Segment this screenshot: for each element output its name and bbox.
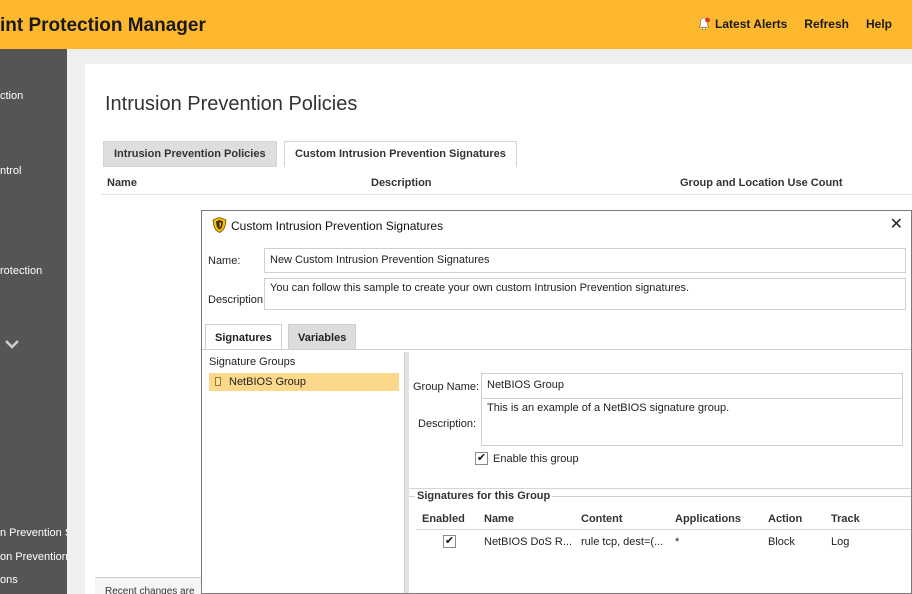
signature-group-item[interactable]: NetBIOS Group <box>209 373 399 391</box>
group-name-field[interactable]: NetBIOS Group <box>481 373 903 399</box>
sidebar-item-intrusion-prevention-signatures[interactable]: n Prevention S <box>0 527 67 539</box>
sidebar-item-protection[interactable]: ction <box>0 90 23 102</box>
dialog-title: Custom Intrusion Prevention Signatures <box>231 219 444 233</box>
signature-track-cell[interactable]: Log <box>831 536 849 548</box>
latest-alerts-link[interactable]: Latest Alerts <box>697 17 787 31</box>
close-icon[interactable]: ✕ <box>890 217 903 233</box>
column-header-track[interactable]: Track <box>831 513 860 525</box>
page-title: Intrusion Prevention Policies <box>105 93 358 115</box>
tab-divider <box>202 349 911 350</box>
enable-group-row[interactable]: ✔ Enable this group <box>475 452 579 465</box>
name-label: Name: <box>208 255 241 267</box>
column-header-use-count[interactable]: Group and Location Use Count <box>680 177 843 189</box>
column-header-action[interactable]: Action <box>768 513 802 525</box>
table-header-divider <box>101 194 912 195</box>
sidebar-item-rotection[interactable]: rotection <box>0 265 42 277</box>
top-header: int Protection Manager Latest Alerts Ref… <box>0 0 912 49</box>
sidebar: ction ntrol rotection n Prevention S on … <box>0 49 67 594</box>
sidebar-item-control[interactable]: ntrol <box>0 165 21 177</box>
signature-table-divider <box>416 529 911 530</box>
tab-signatures[interactable]: Signatures <box>205 324 282 350</box>
help-link[interactable]: Help <box>866 17 892 31</box>
signature-action-cell[interactable]: Block <box>768 536 795 548</box>
enable-group-label: Enable this group <box>493 452 579 465</box>
shield-icon <box>212 217 227 233</box>
chevron-down-icon[interactable] <box>4 339 20 349</box>
signature-groups-label: Signature Groups <box>209 356 296 368</box>
group-section-divider <box>409 488 911 489</box>
app-title: int Protection Manager <box>0 15 206 36</box>
signatures-section-title: Signatures for this Group <box>415 490 553 502</box>
footer-status-text: Recent changes are <box>105 586 195 594</box>
header-actions: Latest Alerts Refresh Help <box>680 17 892 31</box>
description-field[interactable]: You can follow this sample to create you… <box>264 278 906 310</box>
custom-signatures-dialog: Custom Intrusion Prevention Signatures ✕… <box>201 210 912 594</box>
group-name-label: Group Name: <box>413 381 480 393</box>
description-label: Description: <box>208 294 267 306</box>
column-header-content[interactable]: Content <box>581 513 623 525</box>
column-header-enabled[interactable]: Enabled <box>422 513 465 525</box>
enable-group-checkbox[interactable]: ✔ <box>475 452 488 465</box>
signature-name-cell[interactable]: NetBIOS DoS R... <box>484 536 572 548</box>
group-icon <box>215 377 221 386</box>
signature-content-cell[interactable]: rule tcp, dest=(... <box>581 536 663 548</box>
group-description-field[interactable]: This is an example of a NetBIOS signatur… <box>481 398 903 446</box>
column-header-sig-name[interactable]: Name <box>484 513 514 525</box>
group-description-label: Description: <box>418 418 477 430</box>
signature-applications-cell[interactable]: * <box>675 536 679 548</box>
alert-bell-icon <box>698 17 710 30</box>
signature-enabled-checkbox[interactable]: ✔ <box>443 535 456 548</box>
latest-alerts-label: Latest Alerts <box>715 17 788 31</box>
column-header-description[interactable]: Description <box>371 177 432 189</box>
column-header-applications[interactable]: Applications <box>675 513 741 525</box>
tab-custom-intrusion-prevention-signatures[interactable]: Custom Intrusion Prevention Signatures <box>284 141 517 167</box>
sidebar-item-intrusion-prevention[interactable]: on Prevention <box>0 551 67 563</box>
signature-group-name: NetBIOS Group <box>229 376 307 388</box>
tab-intrusion-prevention-policies[interactable]: Intrusion Prevention Policies <box>103 141 277 167</box>
refresh-link[interactable]: Refresh <box>804 17 849 31</box>
name-field[interactable]: New Custom Intrusion Prevention Signatur… <box>264 248 906 273</box>
column-header-name[interactable]: Name <box>107 177 137 189</box>
tab-variables[interactable]: Variables <box>288 324 357 350</box>
sidebar-item-exceptions[interactable]: ons <box>0 574 18 586</box>
